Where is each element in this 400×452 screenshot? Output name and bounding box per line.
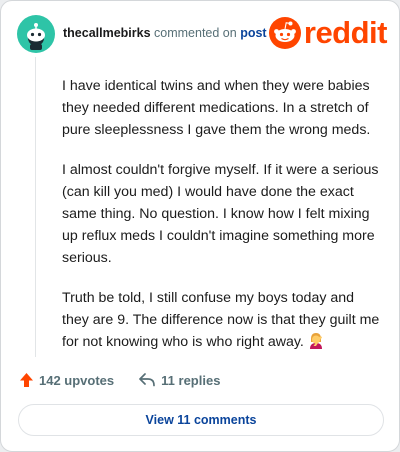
- view-comments-button[interactable]: View 11 comments: [18, 404, 384, 436]
- reply-arrow-icon: [139, 373, 156, 387]
- reddit-wordmark: reddit: [303, 15, 388, 50]
- upvote-arrow-icon: [20, 373, 33, 387]
- upvote-button[interactable]: 142 upvotes: [19, 372, 114, 388]
- reddit-logo: reddit: [268, 15, 388, 50]
- comment-paragraph: Truth be told, I still confuse my boys t…: [62, 287, 384, 353]
- comment-paragraph: I have identical twins and when they wer…: [62, 78, 371, 138]
- comment-actions: 142 upvotes 11 replies: [19, 369, 220, 391]
- comment-card: thecallmebirks commented on post reddit …: [0, 0, 400, 452]
- comment-body: I have identical twins and when they wer…: [62, 75, 384, 371]
- avatar[interactable]: [17, 15, 55, 53]
- replies-button[interactable]: 11 replies: [138, 372, 220, 388]
- reply-count: 11 replies: [161, 372, 221, 388]
- comment-paragraph-text: Truth be told, I still confuse my boys t…: [62, 290, 380, 350]
- upvote-count: 142 upvotes: [39, 372, 115, 388]
- thread-line: [35, 57, 36, 357]
- comment-meta: thecallmebirks commented on post: [63, 26, 267, 40]
- reddit-snoo-icon: [268, 17, 301, 49]
- action-text: commented on: [154, 26, 237, 40]
- facepalm-emoji-icon: [309, 333, 322, 349]
- comment-header: thecallmebirks commented on post reddit: [17, 15, 388, 55]
- post-link[interactable]: post: [240, 26, 266, 40]
- comment-paragraph: I almost couldn't forgive myself. If it …: [62, 162, 379, 266]
- username[interactable]: thecallmebirks: [63, 26, 151, 40]
